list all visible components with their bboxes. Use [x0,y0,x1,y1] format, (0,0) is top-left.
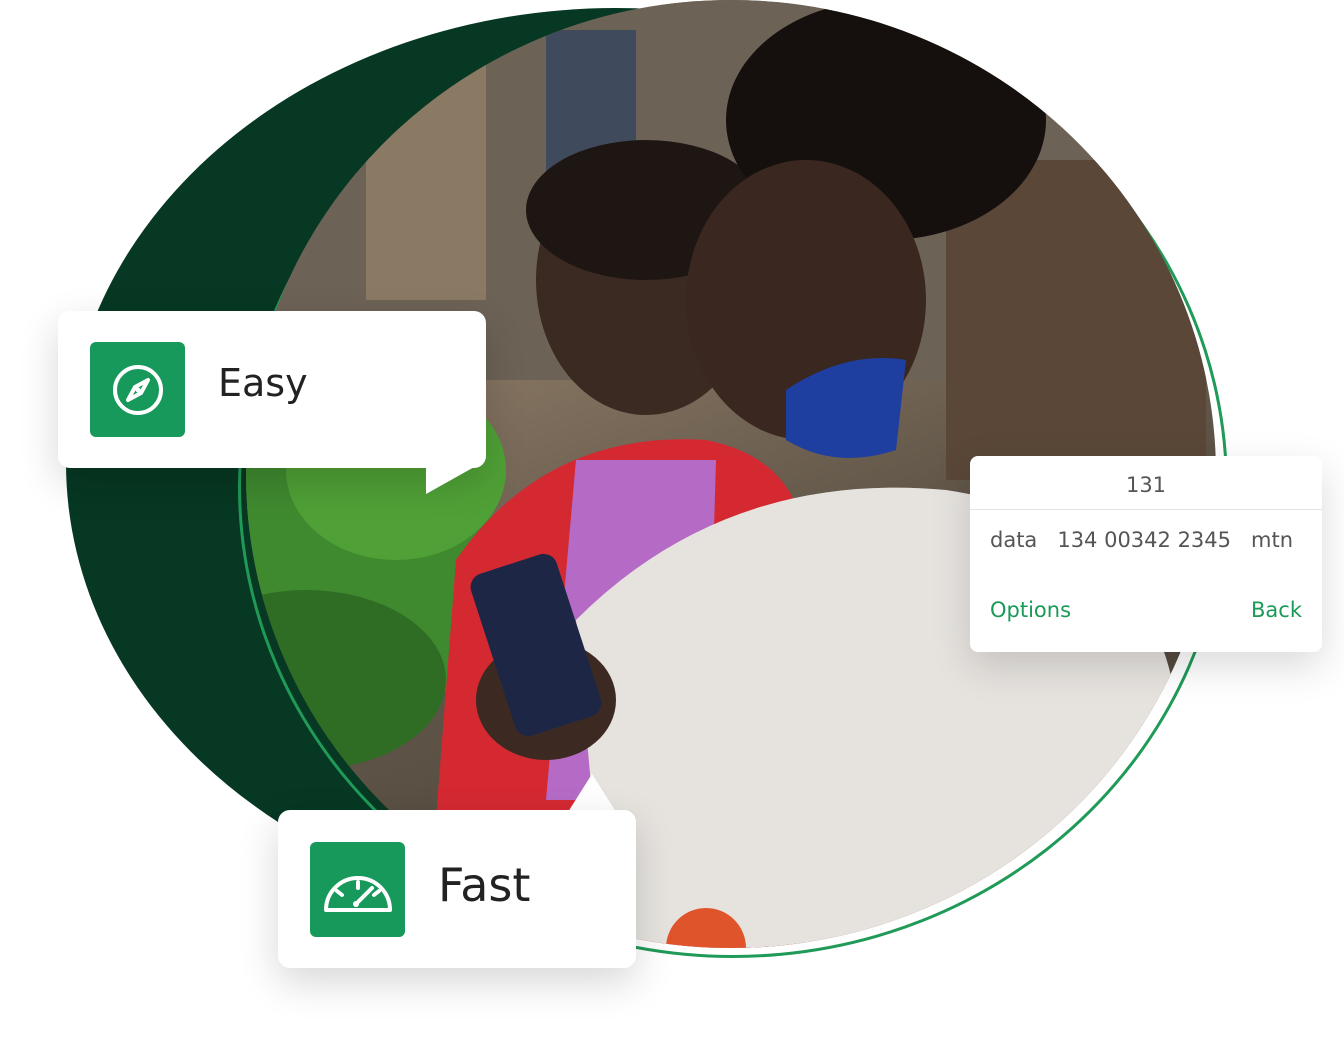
ussd-code: 131 [970,456,1322,510]
back-button[interactable]: Back [1251,598,1302,622]
speedometer-icon [323,875,392,912]
easy-feature-card: Easy [58,311,486,468]
fast-icon-box [310,842,405,937]
hero-illustration: Easy Fast 131 data 134 00342 2345 mtn Op… [0,0,1344,1041]
options-button[interactable]: Options [990,598,1071,622]
easy-label: Easy [218,361,308,405]
ussd-message: data 134 00342 2345 mtn [990,528,1294,552]
easy-icon-box [90,342,185,437]
fast-card-tail [568,774,616,812]
fast-label: Fast [438,858,531,912]
compass-icon [112,364,163,415]
easy-card-tail [426,466,476,494]
fast-feature-card: Fast [278,810,636,968]
ussd-dialog: 131 data 134 00342 2345 mtn Options Back [970,456,1322,652]
